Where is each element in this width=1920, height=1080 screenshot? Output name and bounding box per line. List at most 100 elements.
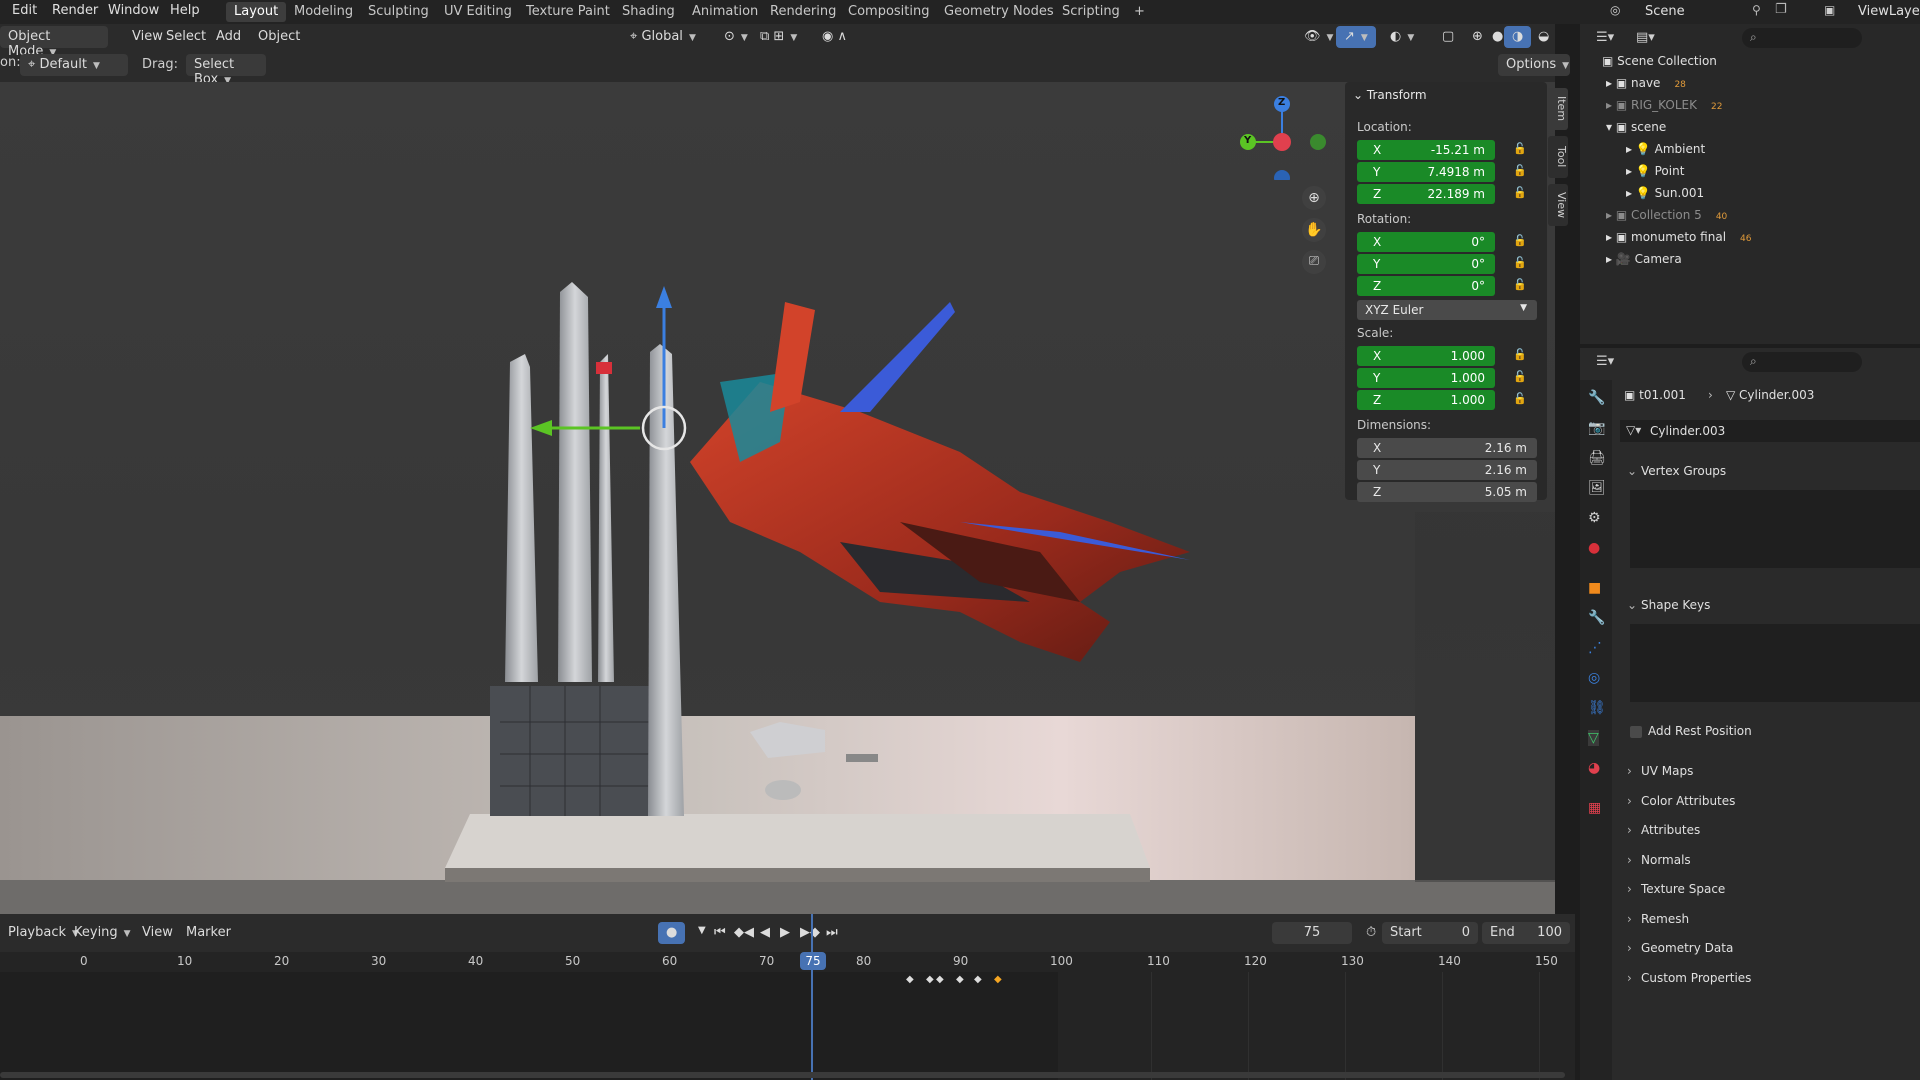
keyframe[interactable]: ◆ xyxy=(926,974,934,985)
outliner-item[interactable]: ▸ ▣ Collection 5 40 xyxy=(1606,208,1727,230)
expand-arrow-icon[interactable]: ▸ xyxy=(1606,76,1616,90)
checkbox-box[interactable] xyxy=(1630,725,1642,738)
tab-tool[interactable]: Tool xyxy=(1548,136,1568,178)
pin-icon[interactable]: ⚲ xyxy=(1752,3,1761,17)
location-z-field[interactable]: Z 22.189 m xyxy=(1357,184,1495,204)
shape-keys-list[interactable] xyxy=(1630,624,1920,702)
viewlayer-icon[interactable]: ▣ xyxy=(1824,3,1835,17)
physics-tab-icon[interactable]: ◎ xyxy=(1588,670,1600,686)
menu-select[interactable]: Select xyxy=(158,26,214,48)
tab-view[interactable]: View xyxy=(1548,184,1568,226)
section-attributes[interactable]: › Attributes xyxy=(1615,817,1920,843)
drag-select-box[interactable]: Select Box ▼ xyxy=(186,54,266,87)
menu-view[interactable]: View xyxy=(134,922,181,944)
section-uv-maps[interactable]: › UV Maps xyxy=(1615,758,1920,784)
tab-compositing[interactable]: Compositing xyxy=(840,2,938,22)
shape-keys-header[interactable]: ⌄ Shape Keys xyxy=(1615,592,1920,618)
lock-icon[interactable]: 🔓 xyxy=(1513,392,1527,405)
dimensions-y-field[interactable]: Y 2.16 m xyxy=(1357,460,1537,480)
vertex-groups-header[interactable]: ⌄ Vertex Groups xyxy=(1615,458,1920,484)
timeline-scrollbar[interactable] xyxy=(0,1072,1565,1078)
viewlayer-name[interactable]: ViewLayer xyxy=(1858,4,1920,19)
outliner-item[interactable]: ▸ ▣ RIG_KOLEK 22 xyxy=(1606,98,1722,120)
tab-shading[interactable]: Shading xyxy=(614,2,683,22)
view-layer-tab-icon[interactable]: 🖼 xyxy=(1588,480,1606,496)
section-color-attributes[interactable]: › Color Attributes xyxy=(1615,788,1920,814)
lock-icon[interactable]: 🔓 xyxy=(1513,370,1527,383)
lock-icon[interactable]: 🔓 xyxy=(1513,234,1527,247)
scene-selector-icon[interactable]: ◎ xyxy=(1610,3,1620,17)
lock-icon[interactable]: 🔓 xyxy=(1513,164,1527,177)
section-geometry-data[interactable]: › Geometry Data xyxy=(1615,935,1920,961)
outliner-item[interactable]: ▸ 💡 Sun.001 xyxy=(1626,186,1704,208)
outliner-search-input[interactable]: ⌕ xyxy=(1742,28,1862,48)
shading-material[interactable]: ◑ xyxy=(1504,26,1532,48)
modifier-tab-icon[interactable]: 🔧 xyxy=(1588,610,1605,626)
rotation-z-field[interactable]: Z 0° xyxy=(1357,276,1495,296)
expand-arrow-icon[interactable]: ▾ xyxy=(1606,120,1616,134)
expand-arrow-icon[interactable]: ▸ xyxy=(1606,230,1616,244)
section-normals[interactable]: › Normals xyxy=(1615,847,1920,873)
tab-layout[interactable]: Layout xyxy=(226,2,287,22)
tab-modeling[interactable]: Modeling xyxy=(286,2,361,22)
display-mode-icon[interactable]: ▤▾ xyxy=(1636,30,1655,45)
lock-icon[interactable]: 🔓 xyxy=(1513,278,1527,291)
overlay-toggle[interactable]: ◐ ▼ xyxy=(1382,26,1422,48)
location-x-field[interactable]: X -15.21 m xyxy=(1357,140,1495,160)
expand-arrow-icon[interactable]: ▸ xyxy=(1626,142,1636,156)
output-tab-icon[interactable]: 🖨 xyxy=(1588,450,1606,466)
lock-icon[interactable]: 🔓 xyxy=(1513,256,1527,269)
dimensions-z-field[interactable]: Z 5.05 m xyxy=(1357,482,1537,502)
expand-arrow-icon[interactable]: ▸ xyxy=(1606,252,1616,266)
breadcrumb-object[interactable]: ▣ t01.001 xyxy=(1624,388,1686,402)
tab-texture-paint[interactable]: Texture Paint xyxy=(518,2,618,22)
snap-toggle[interactable]: ⧉ ⊞ ▼ xyxy=(752,26,805,48)
mesh-datablock-field[interactable]: ▽▾ Cylinder.003 xyxy=(1620,420,1920,442)
stopwatch-icon[interactable]: ⏱ xyxy=(1358,922,1384,944)
world-tab-icon[interactable]: ● xyxy=(1588,540,1600,556)
playhead-marker[interactable]: 75 xyxy=(800,952,826,970)
tab-uv-editing[interactable]: UV Editing xyxy=(436,2,520,22)
add-workspace-button[interactable]: + xyxy=(1126,2,1153,22)
vertex-groups-list[interactable] xyxy=(1630,490,1920,568)
zoom-icon[interactable]: ⊕ xyxy=(1302,186,1326,210)
xray-toggle[interactable]: ▢ xyxy=(1434,26,1462,48)
section-custom-properties[interactable]: › Custom Properties xyxy=(1615,965,1920,991)
scene-name[interactable]: Scene xyxy=(1645,4,1685,19)
options-button[interactable]: Options ▼ xyxy=(1498,54,1570,76)
expand-arrow-icon[interactable]: ▸ xyxy=(1626,186,1636,200)
camera-view-icon[interactable]: ⎚ xyxy=(1302,250,1326,274)
location-y-field[interactable]: Y 7.4918 m xyxy=(1357,162,1495,182)
mode-selector[interactable]: Object Mode ▼ xyxy=(0,26,108,59)
menu-object[interactable]: Object xyxy=(250,26,308,48)
tab-sculpting[interactable]: Sculpting xyxy=(360,2,437,22)
menu-marker[interactable]: Marker xyxy=(178,922,239,944)
outliner-item[interactable]: ▸ 🎥 Camera xyxy=(1606,252,1682,274)
end-frame-field[interactable]: End 100 xyxy=(1482,922,1570,944)
breadcrumb-mesh[interactable]: ▽ Cylinder.003 xyxy=(1726,388,1814,402)
editor-type-icon[interactable]: ☰▾ xyxy=(1596,30,1614,45)
shading-rendered[interactable]: ◒ xyxy=(1530,26,1557,48)
transform-default-selector[interactable]: ⌖ Default ▼ xyxy=(20,54,128,76)
outliner-item[interactable]: ▾ ▣ scene xyxy=(1606,120,1666,142)
timeline-editor[interactable]: Playback ▼ Keying ▼ View Marker ● ▼ ⏮ ◆◀ ◀… xyxy=(0,914,1575,1080)
rotation-mode-select[interactable]: XYZ Euler ▼ xyxy=(1357,300,1537,320)
start-frame-field[interactable]: Start 0 xyxy=(1382,922,1478,944)
data-tab-icon[interactable]: ▽ xyxy=(1588,730,1599,746)
scale-x-field[interactable]: X 1.000 xyxy=(1357,346,1495,366)
section-texture-space[interactable]: › Texture Space xyxy=(1615,876,1920,902)
rotation-y-field[interactable]: Y 0° xyxy=(1357,254,1495,274)
outliner-root[interactable]: ▣ Scene Collection xyxy=(1602,54,1717,76)
outliner-item[interactable]: ▸ 💡 Point xyxy=(1626,164,1684,186)
add-rest-position-checkbox[interactable]: Add Rest Position xyxy=(1630,724,1752,744)
tab-geometry-nodes[interactable]: Geometry Nodes xyxy=(936,2,1062,22)
tab-rendering[interactable]: Rendering xyxy=(762,2,844,22)
jump-end-icon[interactable]: ⏭ xyxy=(818,922,846,944)
properties-search-input[interactable]: ⌕ xyxy=(1742,352,1862,372)
auto-keying-toggle[interactable]: ● xyxy=(658,922,686,944)
menu-add[interactable]: Add xyxy=(208,26,249,48)
outliner-item[interactable]: ▸ 💡 Ambient xyxy=(1626,142,1705,164)
keyframe[interactable]: ◆ xyxy=(974,974,982,985)
tab-animation[interactable]: Animation xyxy=(684,2,766,22)
section-remesh[interactable]: › Remesh xyxy=(1615,906,1920,932)
